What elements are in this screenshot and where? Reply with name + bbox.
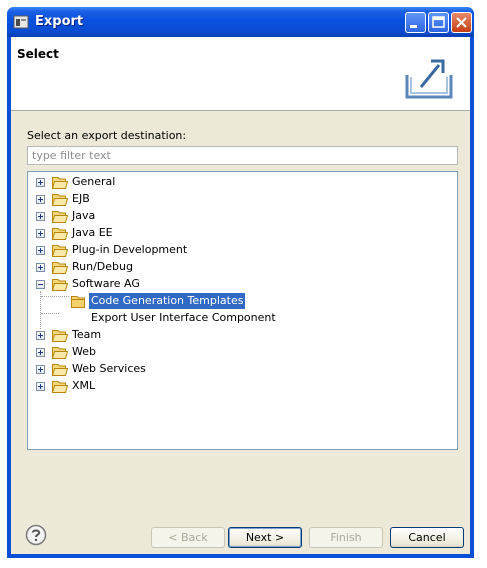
tree-item-label: Code Generation Templates <box>89 293 246 309</box>
folder-icon <box>52 364 68 376</box>
tree-item-label: XML <box>72 379 96 392</box>
page-title: Select <box>17 47 59 61</box>
expand-icon[interactable] <box>36 348 45 357</box>
tree-item-label: Java <box>72 209 96 222</box>
folder-icon <box>52 245 68 257</box>
folder-icon <box>52 211 68 223</box>
minimize-button[interactable] <box>405 12 426 33</box>
tree-item-xml[interactable]: XML <box>28 378 457 394</box>
close-icon <box>456 17 467 28</box>
dialog-body: Select Select an export destination: Gen… <box>11 37 470 554</box>
expand-icon[interactable] <box>36 365 45 374</box>
expand-icon[interactable] <box>36 195 45 204</box>
wizard-header: Select <box>11 37 470 111</box>
folder-icon <box>52 194 68 206</box>
tree-item-code-generation-templates[interactable]: Code Generation Templates <box>28 293 457 309</box>
folder-icon <box>71 296 85 308</box>
tree-item-label: EJB <box>72 192 90 205</box>
folder-icon <box>52 381 68 393</box>
tree-item-label: Plug-in Development <box>72 243 188 256</box>
finish-button[interactable]: Finish <box>309 527 383 548</box>
export-destination-tree[interactable]: General EJB Java Java EE Plug-in Develop <box>27 171 458 450</box>
close-button[interactable] <box>451 12 472 33</box>
tree-item-plugin-development[interactable]: Plug-in Development <box>28 242 457 258</box>
folder-icon <box>52 228 68 240</box>
expand-icon[interactable] <box>36 331 45 340</box>
tree-item-label: Software AG <box>72 277 140 290</box>
tree-item-label: Java EE <box>72 226 113 239</box>
export-dialog: Export Select Select an export destinati… <box>7 7 474 558</box>
help-icon[interactable] <box>25 524 47 546</box>
filter-input[interactable] <box>27 146 458 165</box>
tree-item-web-services[interactable]: Web Services <box>28 361 457 377</box>
tree-item-run-debug[interactable]: Run/Debug <box>28 259 457 275</box>
expand-icon[interactable] <box>36 246 45 255</box>
next-button[interactable]: Next > <box>228 527 302 548</box>
tree-item-ejb[interactable]: EJB <box>28 191 457 207</box>
folder-icon <box>52 262 68 274</box>
window-title: Export <box>35 14 84 29</box>
tree-item-export-ui-component[interactable]: Export User Interface Component <box>28 310 457 326</box>
destination-prompt: Select an export destination: <box>27 129 187 142</box>
back-button[interactable]: < Back <box>151 527 225 548</box>
tree-item-label: Run/Debug <box>72 260 133 273</box>
cancel-button[interactable]: Cancel <box>390 527 464 548</box>
folder-icon <box>52 330 68 342</box>
title-bar[interactable]: Export <box>7 7 474 37</box>
tree-item-label: Team <box>72 328 102 341</box>
expand-icon[interactable] <box>36 229 45 238</box>
tree-item-team[interactable]: Team <box>28 327 457 343</box>
minimize-icon <box>410 25 417 28</box>
tree-item-java[interactable]: Java <box>28 208 457 224</box>
maximize-button[interactable] <box>428 12 449 33</box>
collapse-icon[interactable] <box>36 280 45 289</box>
expand-icon[interactable] <box>36 178 45 187</box>
eclipse-app-icon <box>13 15 29 29</box>
tree-item-software-ag[interactable]: Software AG <box>28 276 457 292</box>
export-icon <box>405 59 453 99</box>
maximize-icon <box>432 16 445 28</box>
tree-item-label: Export User Interface Component <box>91 311 276 324</box>
expand-icon[interactable] <box>36 263 45 272</box>
folder-open-icon <box>52 279 68 291</box>
tree-item-web[interactable]: Web <box>28 344 457 360</box>
folder-icon <box>52 347 68 359</box>
tree-item-label: Web <box>72 345 96 358</box>
tree-item-label: General <box>72 175 116 188</box>
tree-item-general[interactable]: General <box>28 174 457 190</box>
tree-item-label: Web Services <box>72 362 146 375</box>
expand-icon[interactable] <box>36 382 45 391</box>
tree-item-java-ee[interactable]: Java EE <box>28 225 457 241</box>
expand-icon[interactable] <box>36 212 45 221</box>
folder-icon <box>52 177 68 189</box>
